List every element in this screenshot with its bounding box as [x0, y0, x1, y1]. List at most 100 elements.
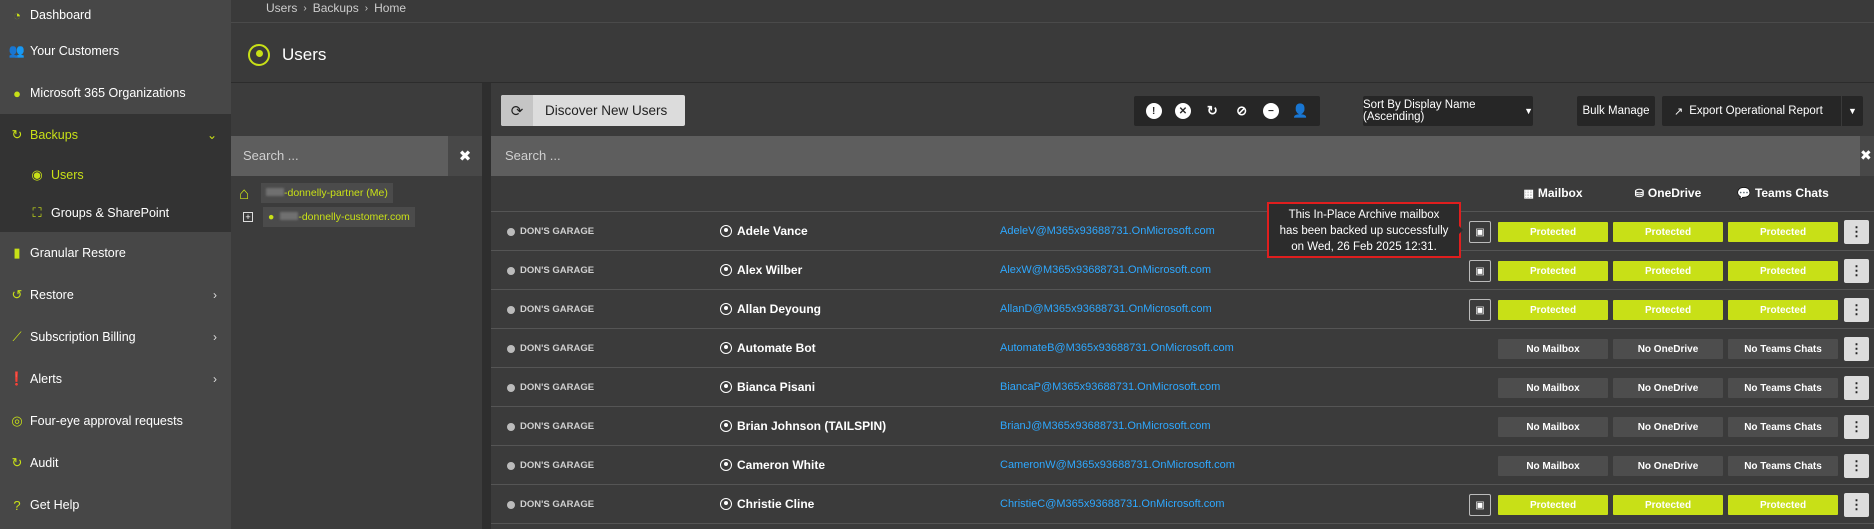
- organization-tree-panel: Search ... ✖ ⌂ -donnelly-partner (Me) + …: [231, 83, 482, 529]
- sidebar-item-m365-organizations[interactable]: ● Microsoft 365 Organizations: [0, 72, 231, 114]
- archive-mailbox-icon[interactable]: ▣: [1469, 221, 1491, 243]
- chat-icon: 💬: [1737, 187, 1751, 200]
- onedrive-status-badge[interactable]: No OneDrive: [1613, 339, 1723, 359]
- export-label: Export Operational Report: [1689, 105, 1823, 117]
- archive-mailbox-icon[interactable]: ▣: [1469, 299, 1491, 321]
- teams-status-badge[interactable]: Protected: [1728, 495, 1838, 515]
- mailbox-status-badge[interactable]: Protected: [1498, 261, 1608, 281]
- teams-status-badge[interactable]: No Teams Chats: [1728, 417, 1838, 437]
- user-search-input[interactable]: Search ...: [491, 136, 1874, 176]
- user-name: Allan Deyoung: [720, 302, 821, 316]
- panel-splitter[interactable]: [482, 83, 491, 529]
- user-name: Alex Wilber: [720, 263, 802, 277]
- teams-status-badge[interactable]: No Teams Chats: [1728, 339, 1838, 359]
- mailbox-status-badge[interactable]: No Mailbox: [1498, 417, 1608, 437]
- sidebar-item-granular-restore[interactable]: ▮ Granular Restore: [0, 232, 231, 274]
- user-name: Adele Vance: [720, 224, 808, 238]
- tree-node-partner[interactable]: ⌂ -donnelly-partner (Me): [239, 183, 393, 203]
- user-name-label: Bianca Pisani: [737, 380, 816, 394]
- filter-minus-icon[interactable]: −: [1262, 103, 1279, 119]
- row-actions-menu-button[interactable]: ⋮: [1844, 337, 1869, 361]
- user-email-link[interactable]: AutomateB@M365x93688731.OnMicrosoft.com: [1000, 342, 1234, 354]
- onedrive-status-badge[interactable]: Protected: [1613, 300, 1723, 320]
- sidebar-item-label: Get Help: [30, 498, 80, 512]
- sidebar-item-backups[interactable]: ↻ Backups ⌄: [0, 114, 231, 156]
- user-email-link[interactable]: ChristieC@M365x93688731.OnMicrosoft.com: [1000, 498, 1225, 510]
- onedrive-status-badge[interactable]: Protected: [1613, 261, 1723, 281]
- archive-mailbox-icon[interactable]: ▣: [1469, 260, 1491, 282]
- expand-icon[interactable]: +: [243, 212, 253, 222]
- row-actions-menu-button[interactable]: ⋮: [1844, 376, 1869, 400]
- mailbox-status-badge[interactable]: No Mailbox: [1498, 456, 1608, 476]
- refresh-icon: ⟳: [501, 95, 533, 126]
- table-row: DON'S GARAGE Adele Vance AdeleV@M365x936…: [491, 211, 1874, 251]
- export-dropdown-toggle[interactable]: ▼: [1841, 96, 1863, 126]
- user-circle-icon: [720, 225, 732, 237]
- sidebar-item-audit[interactable]: ↻ Audit: [0, 442, 231, 484]
- filter-user-remove-icon[interactable]: 👤: [1292, 103, 1308, 119]
- sidebar-item-four-eye-approval[interactable]: ◎ Four-eye approval requests: [0, 400, 231, 442]
- mailbox-status-badge[interactable]: Protected: [1498, 495, 1608, 515]
- archive-mailbox-icon[interactable]: ▣: [1469, 494, 1491, 516]
- users-table: DON'S GARAGE Adele Vance AdeleV@M365x936…: [491, 211, 1874, 524]
- onedrive-status-badge[interactable]: No OneDrive: [1613, 417, 1723, 437]
- teams-status-badge[interactable]: No Teams Chats: [1728, 378, 1838, 398]
- sidebar-item-groups-sharepoint[interactable]: ⛶ Groups & SharePoint: [0, 194, 231, 232]
- user-email-link[interactable]: BiancaP@M365x93688731.OnMicrosoft.com: [1000, 381, 1220, 393]
- onedrive-status-badge[interactable]: Protected: [1613, 222, 1723, 242]
- tree-search-clear-button[interactable]: ✖: [448, 136, 482, 176]
- row-actions-menu-button[interactable]: ⋮: [1844, 415, 1869, 439]
- mailbox-icon: ▦: [1523, 187, 1534, 200]
- filter-ban-icon[interactable]: ⊘: [1234, 103, 1250, 119]
- filter-alert-icon[interactable]: !: [1145, 103, 1162, 119]
- user-circle-icon: [720, 264, 732, 276]
- user-circle-icon: [720, 342, 732, 354]
- breadcrumb-item-home[interactable]: Home: [374, 1, 406, 15]
- sidebar-item-alerts[interactable]: ❗ Alerts ›: [0, 358, 231, 400]
- organization-label: DON'S GARAGE: [520, 499, 595, 510]
- user-search-clear-button[interactable]: ✖: [1860, 136, 1874, 176]
- bulk-manage-button[interactable]: Bulk Manage: [1577, 96, 1655, 126]
- filter-error-icon[interactable]: ✕: [1174, 103, 1191, 119]
- row-actions-menu-button[interactable]: ⋮: [1844, 220, 1869, 244]
- sort-dropdown[interactable]: Sort By Display Name (Ascending) ▼: [1363, 96, 1533, 126]
- onedrive-status-badge[interactable]: No OneDrive: [1613, 378, 1723, 398]
- row-actions-menu-button[interactable]: ⋮: [1844, 298, 1869, 322]
- discover-new-users-button[interactable]: ⟳ Discover New Users: [501, 95, 685, 126]
- sidebar-item-your-customers[interactable]: 👥 Your Customers: [0, 30, 231, 72]
- user-email-link[interactable]: CameronW@M365x93688731.OnMicrosoft.com: [1000, 459, 1235, 471]
- row-actions-menu-button[interactable]: ⋮: [1844, 493, 1869, 517]
- teams-status-badge[interactable]: Protected: [1728, 222, 1838, 242]
- row-actions-menu-button[interactable]: ⋮: [1844, 454, 1869, 478]
- organization-name: DON'S GARAGE: [507, 226, 594, 237]
- user-email-link[interactable]: BrianJ@M365x93688731.OnMicrosoft.com: [1000, 420, 1211, 432]
- user-email-link[interactable]: AllanD@M365x93688731.OnMicrosoft.com: [1000, 303, 1212, 315]
- mailbox-status-badge[interactable]: Protected: [1498, 300, 1608, 320]
- onedrive-status-badge[interactable]: No OneDrive: [1613, 456, 1723, 476]
- breadcrumb-item-backups[interactable]: Backups: [313, 1, 359, 15]
- breadcrumb-item-users[interactable]: Users: [266, 1, 297, 15]
- onedrive-status-badge[interactable]: Protected: [1613, 495, 1723, 515]
- teams-status-badge[interactable]: No Teams Chats: [1728, 456, 1838, 476]
- teams-status-badge[interactable]: Protected: [1728, 300, 1838, 320]
- sidebar-item-users[interactable]: ◉ Users: [0, 156, 231, 194]
- chart-line-icon: ⟋: [12, 329, 22, 344]
- sidebar-item-restore[interactable]: ↺ Restore ›: [0, 274, 231, 316]
- sidebar-item-dashboard[interactable]: ◔ Dashboard: [0, 0, 231, 30]
- sidebar-item-get-help[interactable]: ? Get Help: [0, 484, 231, 526]
- filter-refresh-icon[interactable]: ↻: [1204, 103, 1220, 119]
- onedrive-icon: ⛁: [1634, 187, 1644, 200]
- teams-status-badge[interactable]: Protected: [1728, 261, 1838, 281]
- mailbox-status-badge[interactable]: Protected: [1498, 222, 1608, 242]
- mailbox-status-badge[interactable]: No Mailbox: [1498, 378, 1608, 398]
- tree-search-input[interactable]: Search ...: [231, 136, 448, 176]
- tree-node-customer[interactable]: + ● -donnelly-customer.com: [243, 207, 415, 227]
- sidebar-item-subscription-billing[interactable]: ⟋ Subscription Billing ›: [0, 316, 231, 358]
- user-email-link[interactable]: AlexW@M365x93688731.OnMicrosoft.com: [1000, 264, 1211, 276]
- users-main-panel: ⟳ Discover New Users ! ✕ ↻ ⊘ − 👤 Sort By…: [491, 83, 1874, 529]
- mailbox-status-badge[interactable]: No Mailbox: [1498, 339, 1608, 359]
- export-operational-report-button[interactable]: ↗ Export Operational Report ▼: [1662, 96, 1863, 126]
- row-actions-menu-button[interactable]: ⋮: [1844, 259, 1869, 283]
- user-email-link[interactable]: AdeleV@M365x93688731.OnMicrosoft.com: [1000, 225, 1215, 237]
- column-header-teams-chats: 💬 Teams Chats: [1737, 186, 1829, 200]
